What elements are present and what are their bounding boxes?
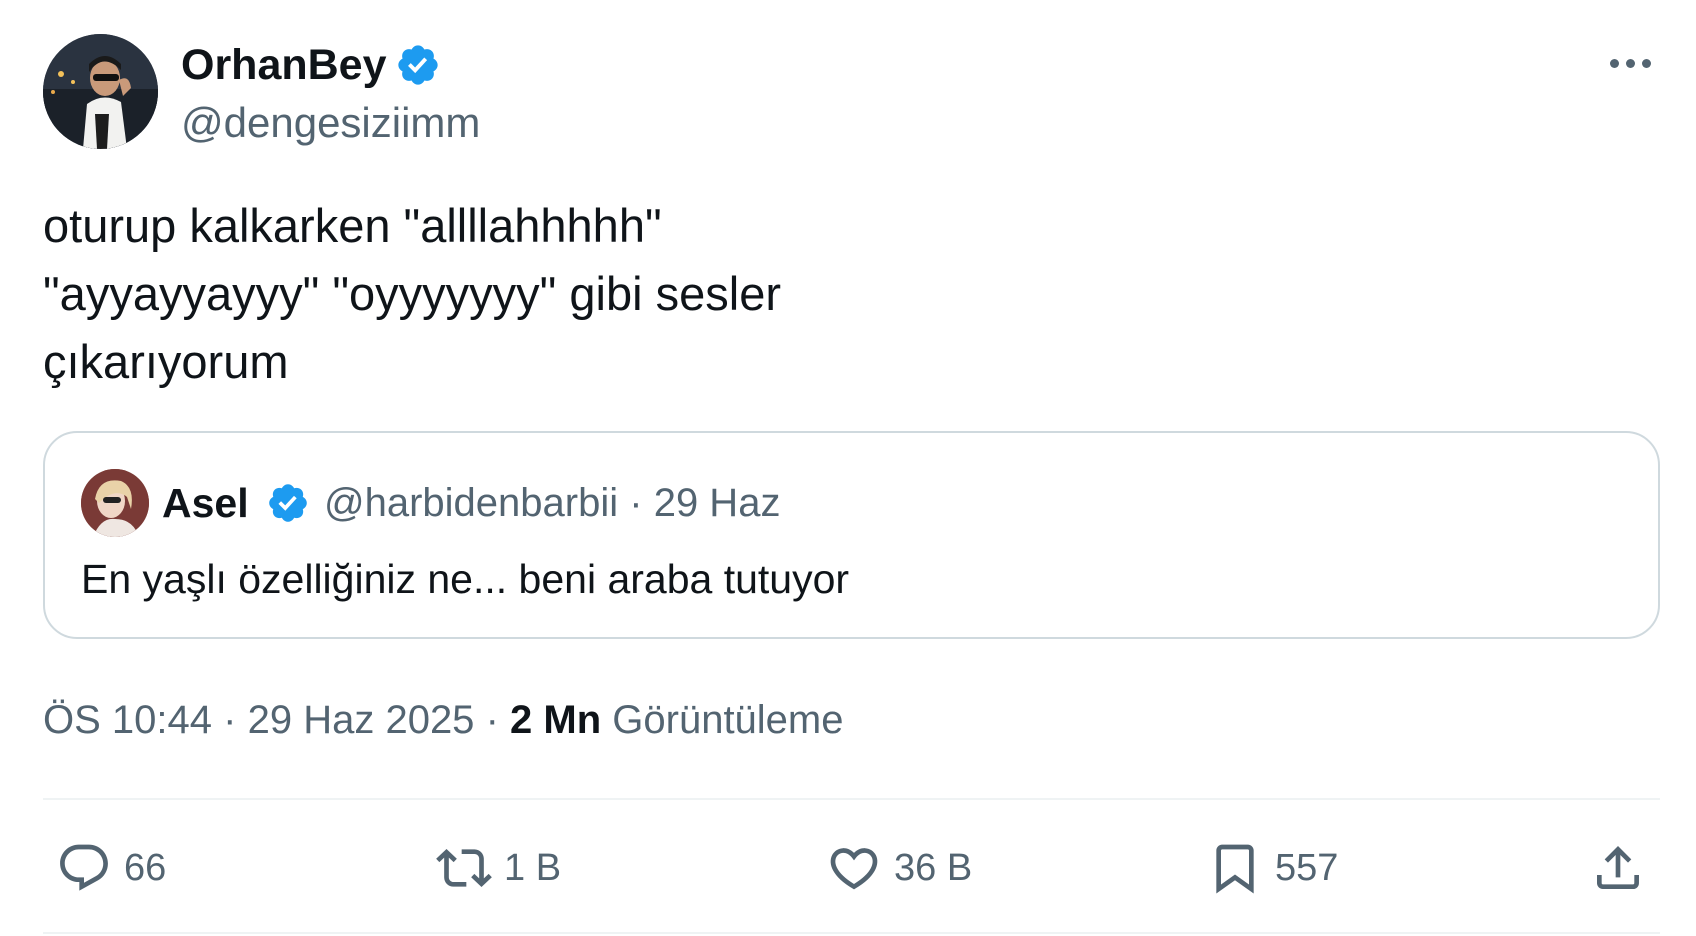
more-dot <box>1641 58 1651 68</box>
tweet-text-line: çıkarıyorum <box>43 335 289 388</box>
tweet-meta: ÖS 10:44 · 29 Haz 2025 · 2 Mn Görüntülem… <box>43 694 844 746</box>
quoted-tweet-card[interactable]: Asel @harbidenbarbii · 29 Haz En yaşlı ö… <box>43 431 1660 639</box>
reply-icon <box>60 844 108 891</box>
divider <box>43 932 1660 934</box>
verified-badge-icon <box>269 484 307 522</box>
author-avatar-image <box>43 34 158 149</box>
retweet-count: 1 B <box>504 847 562 889</box>
quoted-author-avatar-image <box>81 469 149 537</box>
tweet-text: oturup kalkarken "allllahhhhh" "ayyayyay… <box>43 192 781 396</box>
retweet-button[interactable]: 1 B <box>436 838 561 898</box>
quoted-author-name[interactable]: Asel <box>162 480 249 526</box>
more-dot <box>1625 58 1635 68</box>
quoted-author-handle[interactable]: @harbidenbarbii <box>324 481 618 525</box>
like-count: 36 B <box>894 847 973 889</box>
bookmark-count: 557 <box>1275 847 1339 889</box>
quoted-tweet-date[interactable]: 29 Haz <box>654 481 781 525</box>
more-icon[interactable] <box>1600 46 1660 80</box>
reply-count: 66 <box>124 847 167 889</box>
author-avatar[interactable] <box>43 34 158 149</box>
more-dot <box>1609 58 1619 68</box>
meta-separator: · <box>629 481 643 525</box>
verified-badge-icon <box>398 45 438 85</box>
retweet-icon <box>436 849 492 887</box>
like-button[interactable]: 36 B <box>826 838 972 898</box>
tweet-text-line: oturup kalkarken "allllahhhhh" <box>43 199 662 252</box>
views-count: 2 Mn <box>510 698 602 742</box>
divider <box>43 798 1660 800</box>
meta-separator: · <box>223 698 237 742</box>
bookmark-icon <box>1216 844 1254 894</box>
like-icon <box>830 848 878 890</box>
share-button[interactable] <box>1590 838 1646 898</box>
views-label: Görüntüleme <box>612 698 844 742</box>
quoted-tweet-meta: @harbidenbarbii · 29 Haz <box>324 480 780 526</box>
author-name[interactable]: OrhanBey <box>181 40 387 90</box>
tweet-date[interactable]: 29 Haz 2025 <box>248 698 475 742</box>
share-icon <box>1597 846 1639 889</box>
tweet-time[interactable]: ÖS 10:44 <box>43 698 212 742</box>
reply-button[interactable]: 66 <box>56 838 166 898</box>
quoted-author-avatar[interactable] <box>81 469 149 537</box>
tweet-text-line: "ayyayyayyy" "oyyyyyyy" gibi sesler <box>43 267 782 320</box>
quoted-tweet-text: En yaşlı özelliğiniz ne... beni araba tu… <box>81 556 850 602</box>
meta-separator: · <box>485 698 499 742</box>
author-handle[interactable]: @dengesiziimm <box>181 98 480 148</box>
bookmark-button[interactable]: 557 <box>1207 838 1338 898</box>
